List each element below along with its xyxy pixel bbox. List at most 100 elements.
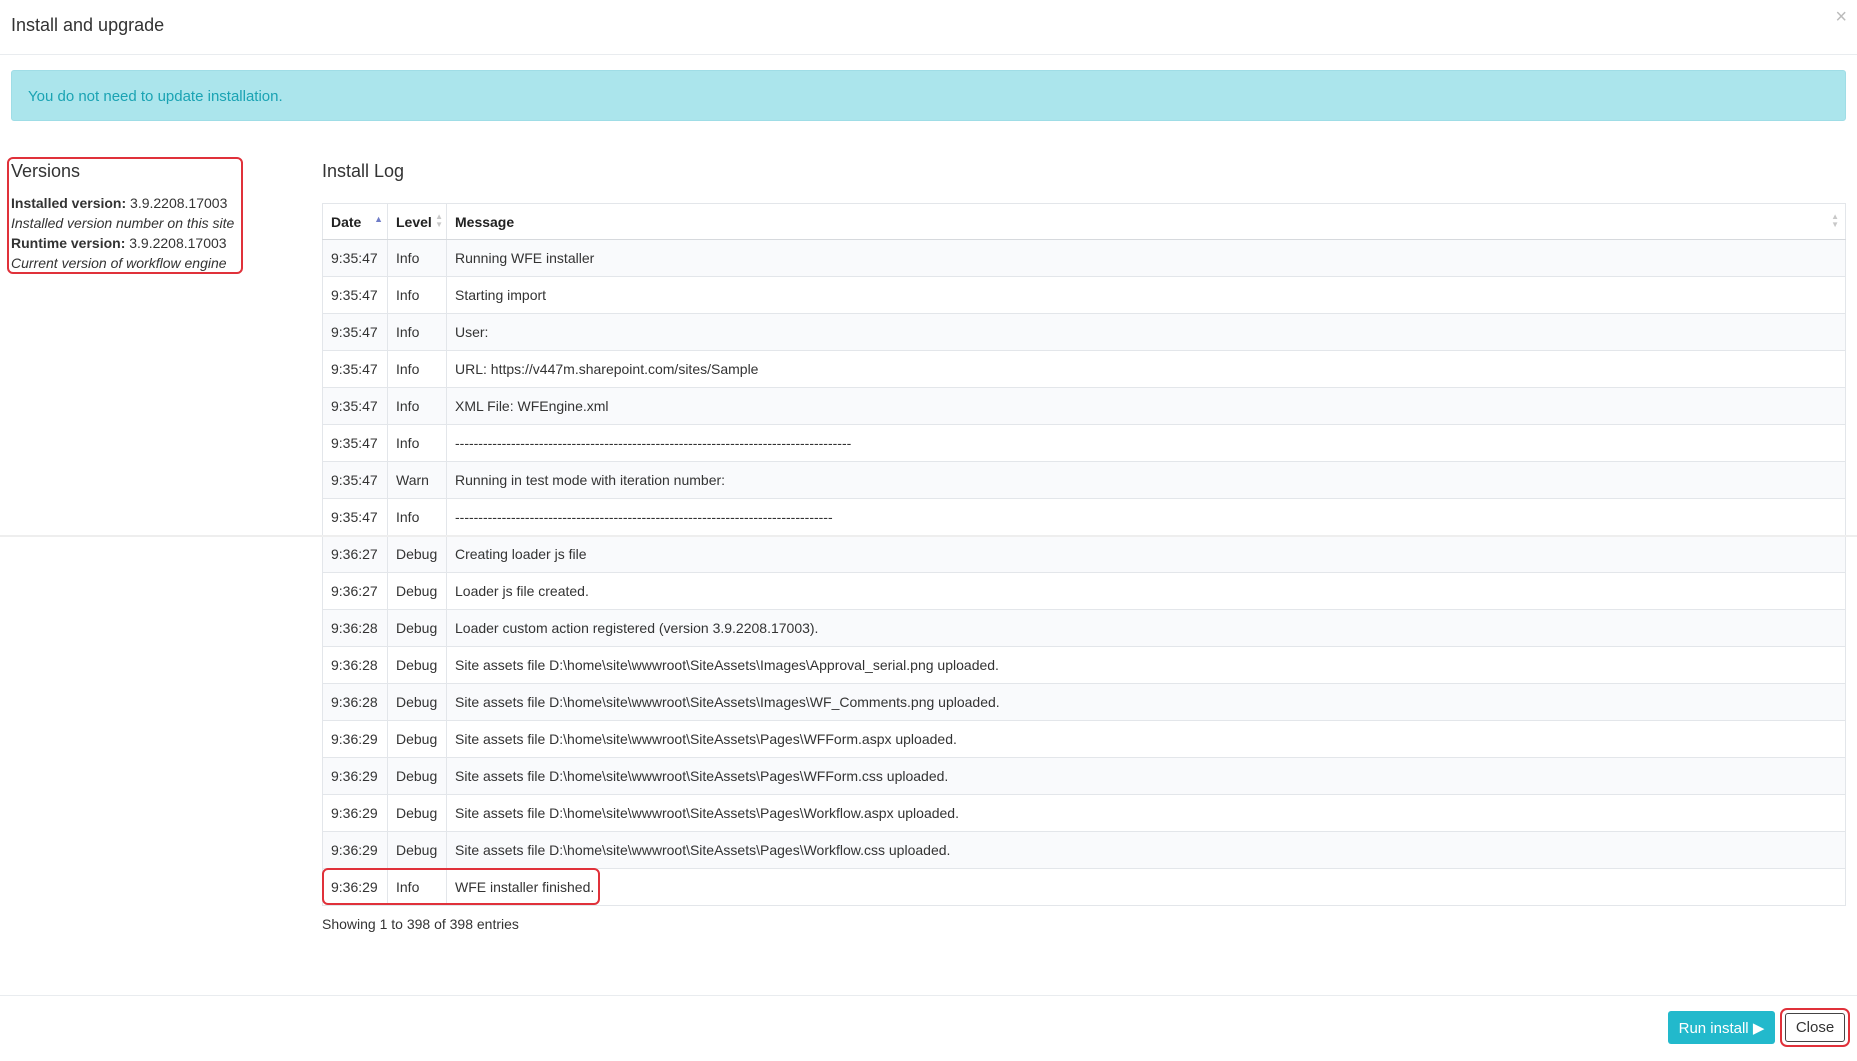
- log-date: 9:36:27: [322, 535, 388, 573]
- sort-icon: ▲ ▼: [435, 212, 443, 229]
- log-message: WFE installer finished.: [446, 868, 1846, 906]
- runtime-version-label: Runtime version:: [11, 235, 126, 251]
- log-date: 9:35:47: [322, 350, 388, 388]
- log-date: 9:36:28: [322, 609, 388, 647]
- log-message: User:: [446, 313, 1846, 351]
- runtime-version-line: Runtime version: 3.9.2208.17003: [11, 233, 251, 253]
- install-log-table: Date ▲ Level ▲ ▼ Message ▲ ▼ 9:35:47 Info Ru…: [322, 203, 1846, 906]
- log-level: Info: [387, 424, 447, 462]
- log-level: Debug: [387, 535, 447, 573]
- log-message: URL: https://v447m.sharepoint.com/sites/…: [446, 350, 1846, 388]
- table-row: 9:36:29 Debug Site assets file D:\home\sit…: [322, 720, 1846, 758]
- log-level: Debug: [387, 831, 447, 869]
- log-level: Debug: [387, 757, 447, 795]
- versions-panel: Versions Installed version: 3.9.2208.170…: [11, 161, 251, 273]
- table-row: 9:36:28 Debug Loader custom action registe…: [322, 609, 1846, 647]
- log-level: Debug: [387, 794, 447, 832]
- run-install-label: Run install: [1678, 1019, 1749, 1037]
- log-message: Site assets file D:\home\site\wwwroot\Si…: [446, 720, 1846, 758]
- log-date: 9:35:47: [322, 276, 388, 314]
- log-level: Info: [387, 868, 447, 906]
- log-message: Site assets file D:\home\site\wwwroot\Si…: [446, 757, 1846, 795]
- table-row: 9:36:27 Debug Loader js file created.: [322, 572, 1846, 610]
- table-row: 9:36:28 Debug Site assets file D:\home\sit…: [322, 646, 1846, 684]
- table-row: 9:35:47 Info User:: [322, 313, 1846, 351]
- run-install-button[interactable]: Run install ▶: [1668, 1011, 1775, 1044]
- log-date: 9:36:29: [322, 720, 388, 758]
- table-row: 9:36:29 Debug Site assets file D:\home\sit…: [322, 757, 1846, 795]
- log-level: Info: [387, 387, 447, 425]
- table-row: 9:35:47 Info Running WFE installer: [322, 239, 1846, 277]
- column-header-date[interactable]: Date ▲: [322, 203, 388, 240]
- modal-title: Install and upgrade: [11, 15, 165, 35]
- log-level: Debug: [387, 609, 447, 647]
- log-date: 9:36:28: [322, 646, 388, 684]
- log-level: Debug: [387, 720, 447, 758]
- log-date: 9:35:47: [322, 461, 388, 499]
- table-row: 9:35:47 Info -----------------------------…: [322, 498, 1846, 536]
- log-date: 9:36:28: [322, 683, 388, 721]
- log-message: Site assets file D:\home\site\wwwroot\Si…: [446, 831, 1846, 869]
- installed-version-label: Installed version:: [11, 195, 127, 211]
- versions-title: Versions: [11, 161, 81, 181]
- log-date: 9:36:29: [322, 757, 388, 795]
- log-message: XML File: WFEngine.xml: [446, 387, 1846, 425]
- log-level: Info: [387, 313, 447, 351]
- column-header-level[interactable]: Level ▲ ▼: [387, 203, 447, 240]
- play-icon: ▶: [1752, 1019, 1765, 1037]
- log-level: Warn: [387, 461, 447, 499]
- table-row: 9:35:47 Info URL: https://v447m.sharepoint…: [322, 350, 1846, 388]
- log-level: Debug: [387, 646, 447, 684]
- log-date: 9:36:29: [322, 868, 388, 906]
- install-log-title: Install Log: [322, 161, 405, 181]
- log-message: Site assets file D:\home\site\wwwroot\Si…: [446, 683, 1846, 721]
- sort-icon: ▲ ▼: [1831, 212, 1839, 229]
- entries-summary: Showing 1 to 398 of 398 entries: [322, 916, 519, 932]
- screenshot-seam: [0, 535, 1857, 537]
- table-row: 9:36:27 Debug Creating loader js file: [322, 535, 1846, 573]
- log-date: 9:36:29: [322, 831, 388, 869]
- installed-version-value: 3.9.2208.17003: [130, 195, 228, 211]
- sort-ascending-icon: ▲: [374, 214, 383, 224]
- table-row: 9:35:47 Info XML File: WFEngine.xml: [322, 387, 1846, 425]
- log-date: 9:36:29: [322, 794, 388, 832]
- log-message: Creating loader js file: [446, 535, 1846, 573]
- log-level: Info: [387, 498, 447, 536]
- log-message: Starting import: [446, 276, 1846, 314]
- log-rows: 9:35:47 Info Running WFE installer 9:35:47…: [322, 239, 1846, 906]
- log-message: Running WFE installer: [446, 239, 1846, 277]
- log-date: 9:35:47: [322, 313, 388, 351]
- log-date: 9:35:47: [322, 498, 388, 536]
- installed-version-note: Installed version number on this site: [11, 215, 235, 231]
- table-row: 9:36:29 Debug Site assets file D:\home\sit…: [322, 794, 1846, 832]
- log-message: Site assets file D:\home\site\wwwroot\Si…: [446, 794, 1846, 832]
- info-alert: You do not need to update installation.: [11, 70, 1846, 121]
- table-row: 9:36:29 Debug Site assets file D:\home\sit…: [322, 831, 1846, 869]
- log-level: Debug: [387, 683, 447, 721]
- log-level: Info: [387, 350, 447, 388]
- table-row: 9:35:47 Warn Running in test mode with ite…: [322, 461, 1846, 499]
- modal-header: Install and upgrade ×: [0, 0, 1857, 55]
- log-level: Info: [387, 239, 447, 277]
- table-row: 9:35:47 Info -----------------------------…: [322, 424, 1846, 462]
- column-header-message[interactable]: Message ▲ ▼: [446, 203, 1846, 240]
- log-date: 9:36:27: [322, 572, 388, 610]
- runtime-version-note: Current version of workflow engine: [11, 255, 227, 271]
- table-row: 9:35:47 Info Starting import: [322, 276, 1846, 314]
- log-message: Site assets file D:\home\site\wwwroot\Si…: [446, 646, 1846, 684]
- modal-footer: [0, 995, 1857, 1061]
- close-icon[interactable]: ×: [1835, 6, 1847, 29]
- log-date: 9:35:47: [322, 424, 388, 462]
- installed-version-line: Installed version: 3.9.2208.17003: [11, 193, 251, 213]
- log-message: Loader js file created.: [446, 572, 1846, 610]
- log-date: 9:35:47: [322, 239, 388, 277]
- runtime-version-value: 3.9.2208.17003: [129, 235, 227, 251]
- log-message: Loader custom action registered (version…: [446, 609, 1846, 647]
- log-message: Running in test mode with iteration numb…: [446, 461, 1846, 499]
- log-level: Info: [387, 276, 447, 314]
- log-message: ----------------------------------------…: [446, 498, 1846, 536]
- close-button[interactable]: Close: [1785, 1013, 1845, 1042]
- table-row: 9:36:28 Debug Site assets file D:\home\sit…: [322, 683, 1846, 721]
- table-row: 9:36:29 Info WFE installer finished.: [322, 868, 1846, 906]
- log-level: Debug: [387, 572, 447, 610]
